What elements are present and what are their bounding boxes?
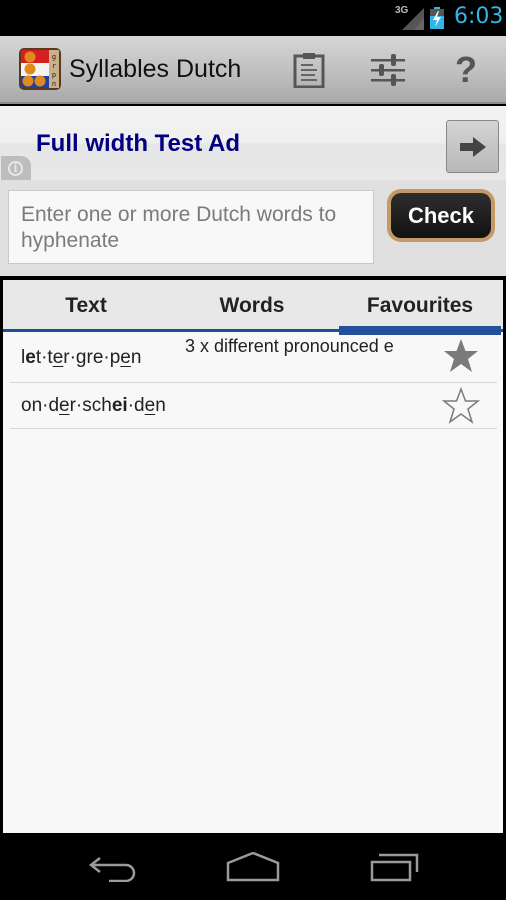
word-segment: ·d <box>127 395 145 416</box>
check-button-label: Check <box>391 193 491 238</box>
schwa-vowel: e <box>144 395 156 416</box>
home-icon[interactable] <box>225 852 281 882</box>
word-segment: on·d <box>21 395 60 416</box>
navigation-bar <box>0 834 506 900</box>
svg-text:n: n <box>52 80 56 88</box>
svg-text:g: g <box>52 53 56 61</box>
list-item[interactable]: let·ter·gre·pen 3 x different pronounced… <box>10 332 497 383</box>
help-icon: ? <box>455 49 477 90</box>
favourites-list: let·ter·gre·pen 3 x different pronounced… <box>10 332 497 429</box>
words-input[interactable] <box>8 190 374 264</box>
arrow-right-icon <box>459 136 486 157</box>
app-logo-icon[interactable]: g r p n <box>19 48 61 90</box>
ad-info-button[interactable]: i <box>1 156 31 180</box>
tab-words[interactable]: Words <box>169 280 335 332</box>
tab-favourites[interactable]: Favourites <box>339 280 501 335</box>
status-bar: 3G 6:03 <box>0 0 506 36</box>
tab-bar: Text Words Favourites <box>3 280 503 335</box>
content-panel: Text Words Favourites let·ter·gre·pen 3 … <box>3 280 503 833</box>
clock: 6:03 <box>454 4 504 29</box>
svg-text:p: p <box>52 71 56 79</box>
tab-label: Text <box>65 294 107 317</box>
tab-label: Favourites <box>366 294 474 317</box>
hyphenated-word: let·ter·gre·pen <box>21 347 141 369</box>
star-outline-icon[interactable] <box>442 387 480 425</box>
schwa-vowel: e <box>59 395 70 416</box>
tab-text[interactable]: Text <box>3 280 169 332</box>
svg-text:r: r <box>52 62 56 70</box>
hyphenated-word: on·der·schei·den <box>21 395 166 417</box>
schwa-vowel: e <box>120 347 131 368</box>
stressed-vowel: e <box>25 347 36 368</box>
word-segment: r·gre·p <box>63 347 121 368</box>
check-button[interactable]: Check <box>387 189 495 242</box>
battery-charging-icon <box>430 7 444 29</box>
ad-open-button[interactable] <box>446 120 499 173</box>
tab-label: Words <box>219 294 285 317</box>
ad-text[interactable]: Full width Test Ad <box>36 130 240 158</box>
input-area: Check <box>0 180 506 276</box>
settings-button[interactable] <box>368 50 408 90</box>
info-icon: i <box>8 161 23 176</box>
back-icon[interactable] <box>86 852 142 882</box>
star-filled-icon[interactable] <box>442 337 480 375</box>
word-note: 3 x different pronounced e <box>185 336 394 356</box>
action-bar: g r p n Syllables Dutch ? <box>0 36 506 104</box>
sliders-icon <box>371 54 405 86</box>
clipboard-icon <box>293 53 325 88</box>
word-segment: r·sch <box>69 395 112 416</box>
word-segment: t·t <box>35 347 53 368</box>
schwa-vowel: e <box>52 347 64 368</box>
word-segment: n <box>130 347 142 368</box>
help-button[interactable]: ? <box>446 49 486 90</box>
ad-banner[interactable]: Full width Test Ad i <box>0 106 506 180</box>
stressed-vowel: ei <box>111 395 128 416</box>
word-segment: n <box>155 395 166 416</box>
app-title: Syllables Dutch <box>69 55 242 83</box>
signal-icon <box>402 8 424 30</box>
recent-apps-icon[interactable] <box>367 852 423 882</box>
list-item[interactable]: on·der·schei·den <box>10 383 497 429</box>
clipboard-button[interactable] <box>289 50 329 90</box>
